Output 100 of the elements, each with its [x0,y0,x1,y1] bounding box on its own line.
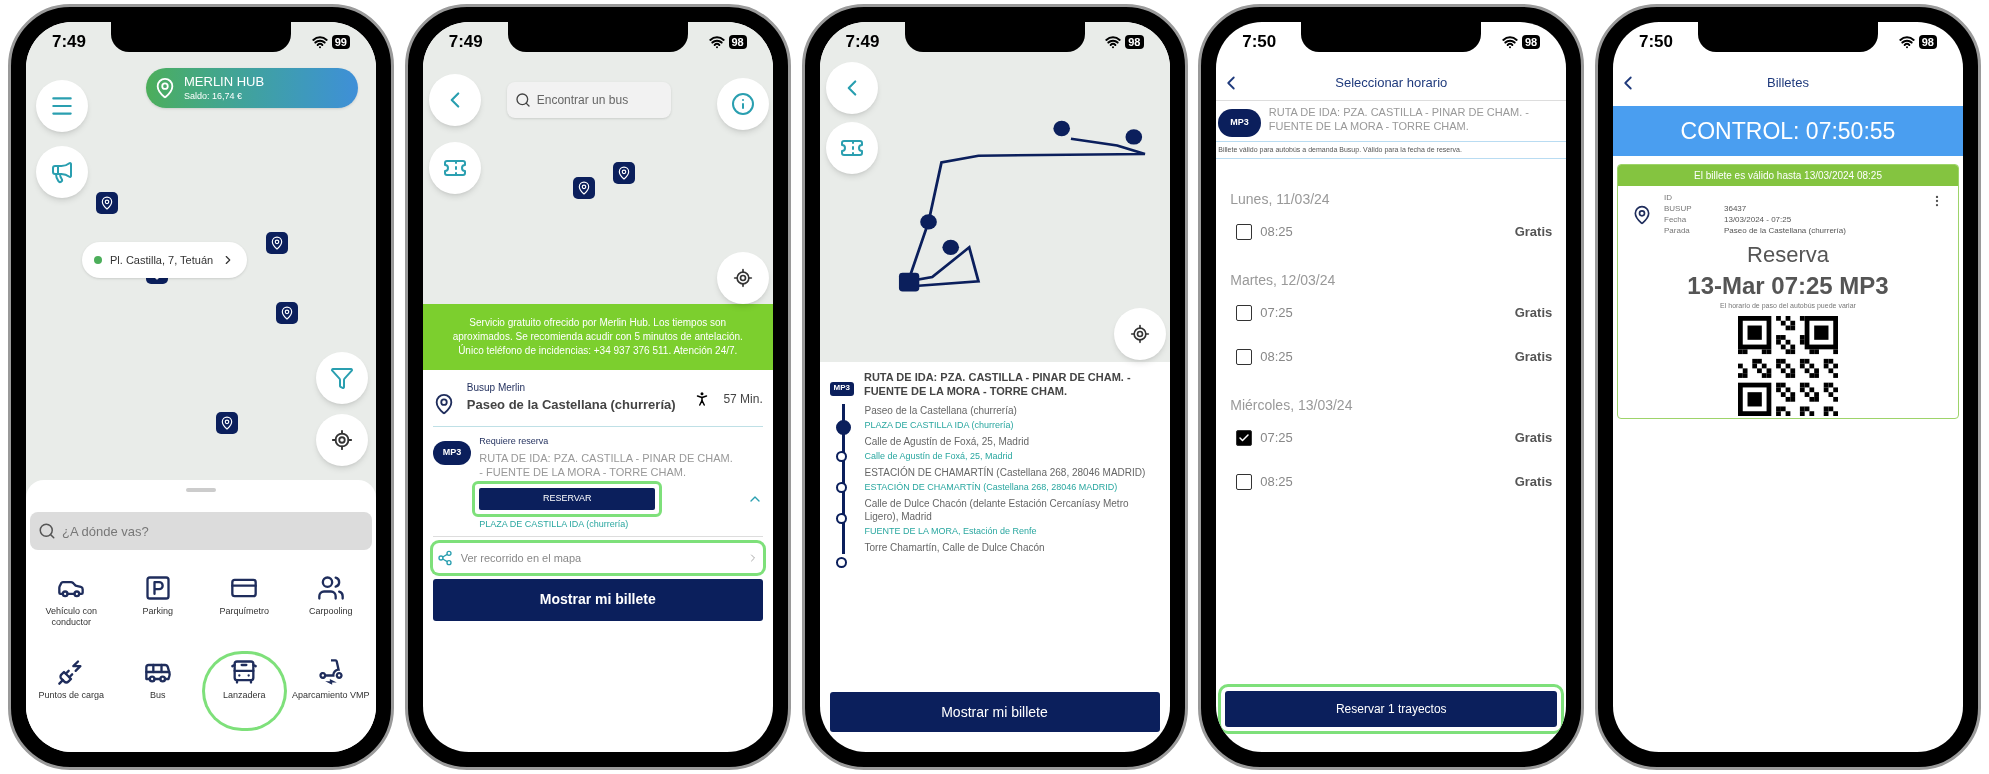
route-nodes-icon [436,549,453,566]
location-text: Pl. Castilla, 7, Tetuán [110,252,214,268]
field-value: 36437 [1724,203,1748,214]
people-icon [316,574,345,602]
pin-marker-icon [96,192,118,214]
wifi-icon [1105,34,1122,50]
battery-level: 98 [1125,35,1144,49]
status-time: 7:50 [1242,31,1277,54]
time-checkbox[interactable] [1236,223,1253,240]
check-icon [1238,431,1251,444]
search-field[interactable]: ¿A dónde vas? [30,512,372,550]
stop-name: Paseo de la Castellana (churrería) [466,396,677,414]
price-label: Gratis [1514,303,1553,322]
pin-marker-icon [216,412,238,434]
day-heading: Miércoles, 13/03/24 [1230,395,1354,415]
price-label: Gratis [1514,472,1553,491]
stop-name: ESTACIÓN DE CHAMARTÍN (Castellana 268, 28046 MADRID) [864,466,1147,479]
info-button[interactable] [716,78,769,130]
field-label: Fecha [1664,214,1688,225]
trip-summary: 13-Mar 07:25 MP3 [1686,271,1890,301]
time-checkbox[interactable] [1236,473,1253,490]
location-pin-icon [154,77,176,99]
tickets-button[interactable] [428,142,481,194]
service-tile[interactable]: Parking [114,570,201,644]
status-time: 7:49 [52,31,87,54]
locate-button[interactable] [316,414,368,466]
price-label: Gratis [1514,347,1553,366]
departure-time: 08:25 [1260,347,1293,366]
validity-banner: El billete es válido hasta 13/03/2024 08:25 [1618,165,1958,186]
wifi-icon [1502,34,1518,50]
hub-title: MERLIN HUB [184,74,265,91]
price-label: Gratis [1514,428,1553,447]
reserve-button[interactable]: RESERVAR [479,487,656,510]
pin-marker-icon [612,162,635,184]
stop-name: Paseo de la Castellana (churrería) [864,404,1018,417]
reserve-trips-button[interactable]: Reservar 1 trayectos [1225,691,1558,727]
search-field[interactable]: Encontrar un bus [506,82,671,118]
wifi-icon [311,34,328,50]
status-time: 7:50 [1639,31,1674,54]
field-label: Parada [1664,225,1691,236]
show-ticket-button[interactable]: Mostrar mi billete [432,578,763,621]
reservation-heading: Reserva [1746,241,1830,269]
destination-name: PLAZA DE CASTILLA IDA (churrería) [479,518,630,530]
pin-marker-icon [276,302,298,324]
service-tile[interactable]: Puntos de carga [28,654,115,728]
megaphone-button[interactable] [36,146,88,198]
stop-code: FUENTE DE LA MORA, Estación de Renfe [864,525,1038,537]
walk-time: 57 Min. [723,391,763,408]
qr-code-icon [1738,315,1838,416]
route-title: RUTA DE IDA: PZA. CASTILLA - PINAR DE CHAM. - FUENTE DE LA MORA - TORRE CHAM. [863,370,1132,398]
battery-level: 98 [1522,35,1541,49]
pin-marker-icon [572,177,595,199]
service-notice: Servicio gratuito ofrecido por Merlin Hub. Los tiempos son aproximados. Se recomienda acudir con 5 minutos de antelación. Único teléfono de incidencias: +34 937 376 511. Atención 24/7. [422,304,773,370]
service-tile[interactable]: Parquímetro [201,570,288,644]
status-time: 7:49 [845,31,880,54]
field-value: Paseo de la Castellana (churrería) [1724,225,1847,236]
day-heading: Martes, 12/03/24 [1230,270,1337,290]
filter-icon [330,366,354,390]
price-label: Gratis [1514,222,1553,241]
departure-time: 08:25 [1260,472,1293,491]
screen-title: Seleccionar horario [1335,74,1448,93]
stop-code: ESTACIÓN DE CHAMARTÍN (Castellana 268, 28046 MADRID) [864,481,1119,493]
departure-time: 07:25 [1260,303,1293,322]
departure-time: 07:25 [1260,428,1293,447]
service-tile[interactable]: Vehículo con conductor [28,570,115,644]
requirement-label: Requiere reserva [479,435,550,448]
time-checkbox[interactable] [1236,304,1253,321]
location-callout[interactable]: Pl. Castilla, 7, Tetuán [82,242,248,278]
locate-button[interactable] [1113,308,1166,360]
field-label: ID BUSUP [1664,192,1693,214]
locate-icon [732,268,753,288]
stop-name: Calle de Agustín de Foxá, 25, Madrid [864,435,1031,448]
service-tile[interactable]: Lanzadera [205,654,284,728]
day-heading: Lunes, 11/03/24 [1230,189,1331,209]
line-badge: MP3 [829,382,854,396]
locate-button[interactable] [716,252,769,304]
service-tile[interactable]: Bus [114,654,201,728]
menu-button[interactable] [36,80,88,132]
tickets-button[interactable] [825,122,878,174]
stop-code: PLAZA DE CASTILLA IDA (churrería) [864,419,1015,431]
megaphone-icon [50,160,74,184]
status-time: 7:49 [448,31,483,54]
filter-button[interactable] [316,352,368,404]
stop-code: Calle de Agustín de Foxá, 25, Madrid [864,450,1014,462]
show-ticket-button[interactable]: Mostrar mi billete [829,692,1160,732]
locate-icon [1129,324,1150,344]
service-tile[interactable]: Carpooling [287,570,374,644]
search-icon [38,522,56,540]
stop-name: Torre Chamartín, Calle de Dulce Chacón [864,541,1046,554]
time-checkbox[interactable] [1236,429,1253,446]
battery-level: 98 [1918,35,1937,49]
locate-icon [331,429,353,451]
line-badge: MP3 [432,441,472,465]
hub-balance: Saldo: 16,74 € [184,90,244,102]
route-name: RUTA DE IDA: PZA. CASTILLA - PINAR DE CHAM. - FUENTE DE LA MORA - TORRE CHAM. [1268,105,1530,133]
parking-sign-icon [143,574,172,602]
route-map-link[interactable]: Ver recorrido en el mapa [432,542,763,573]
service-tile[interactable]: Aparcamiento VMP [287,654,374,728]
bus-front-icon [230,658,259,686]
time-checkbox[interactable] [1236,348,1253,365]
